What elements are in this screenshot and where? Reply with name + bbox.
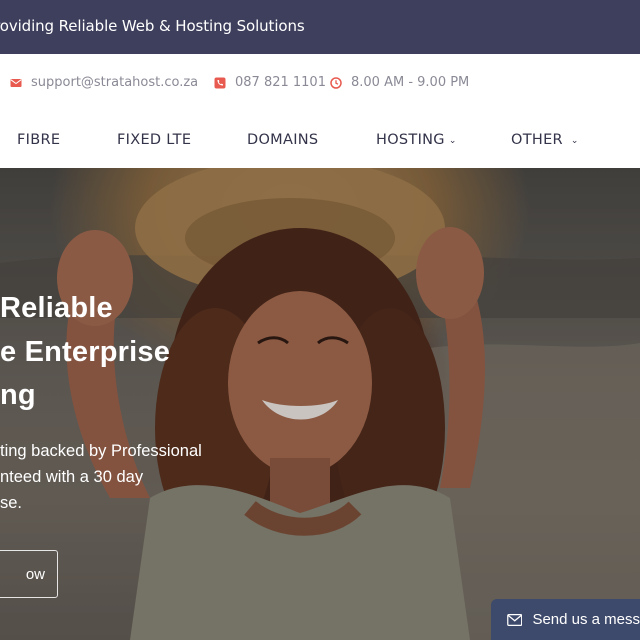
contact-email-text: support@stratahost.co.za (31, 75, 199, 90)
clock-icon (330, 76, 342, 89)
contact-bar: support@stratahost.co.za 087 821 1101 8.… (0, 54, 640, 113)
top-announcement-bar: roviding Reliable Web & Hosting Solution… (0, 0, 640, 54)
nav-item-fixed-lte[interactable]: FIXED LTE (117, 132, 191, 148)
send-message-widget[interactable]: Send us a mess (491, 599, 640, 640)
hero-dark-overlay (0, 168, 640, 640)
hero-body-line-2: nteed with a 30 day (0, 468, 144, 486)
nav-item-other[interactable]: OTHER ⌄ (511, 132, 579, 148)
hero-cta-label: ow (25, 565, 45, 583)
nav-item-label: FIBRE (17, 132, 61, 148)
hero-banner: Reliable e Enterprise ng ting backed by … (0, 168, 640, 640)
nav-item-label: FIXED LTE (117, 132, 192, 148)
send-message-label: Send us a mess (532, 611, 640, 628)
hero-heading-line-1: Reliable (0, 292, 113, 324)
envelope-icon (507, 613, 523, 626)
hero-heading-line-2: e Enterprise (0, 336, 171, 368)
main-navigation: FIBRE FIXED LTE DOMAINS HOSTING ⌄ OTHER … (0, 112, 640, 168)
contact-email[interactable]: support@stratahost.co.za (10, 75, 198, 90)
contact-phone[interactable]: 087 821 1101 (214, 75, 326, 90)
hero-cta-button[interactable]: ow (0, 550, 58, 598)
contact-hours-text: 8.00 AM - 9.00 PM (351, 75, 470, 90)
nav-item-label: OTHER (511, 132, 563, 148)
hero-body-line-3: se. (0, 494, 23, 512)
hero-heading-line-3: ng (0, 379, 36, 411)
envelope-icon (10, 78, 22, 87)
nav-item-fibre[interactable]: FIBRE (17, 132, 60, 148)
nav-item-label: HOSTING (376, 132, 445, 148)
contact-hours: 8.00 AM - 9.00 PM (330, 75, 469, 90)
chevron-down-icon: ⌄ (570, 136, 579, 146)
hero-body-line-1: ting backed by Professional (0, 442, 202, 460)
nav-item-domains[interactable]: DOMAINS (247, 132, 318, 148)
phone-icon (214, 77, 226, 88)
chevron-down-icon: ⌄ (448, 136, 457, 146)
site-tagline: roviding Reliable Web & Hosting Solution… (0, 17, 305, 35)
nav-item-hosting[interactable]: HOSTING ⌄ (376, 132, 457, 148)
contact-phone-text: 087 821 1101 (235, 75, 326, 90)
nav-item-label: DOMAINS (247, 132, 319, 148)
